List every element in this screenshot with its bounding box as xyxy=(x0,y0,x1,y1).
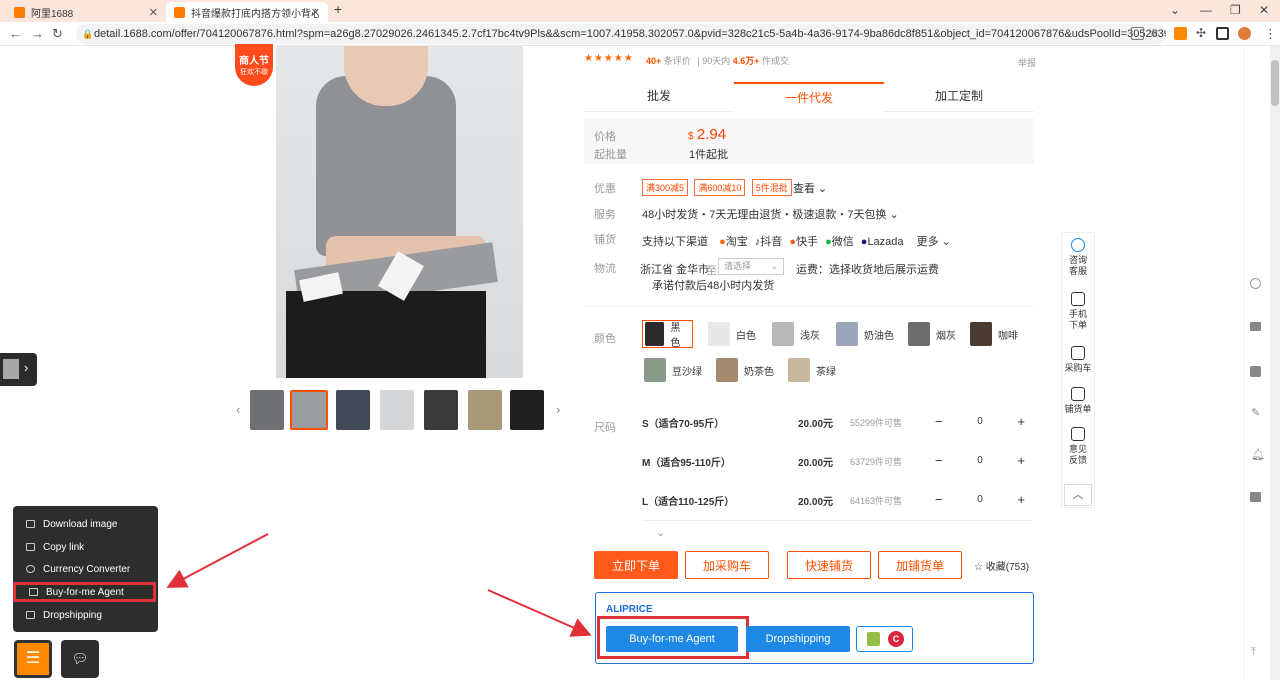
arrow-to-menu xyxy=(166,533,269,588)
arrow-to-button xyxy=(487,589,592,637)
annotation-arrows xyxy=(166,533,592,637)
